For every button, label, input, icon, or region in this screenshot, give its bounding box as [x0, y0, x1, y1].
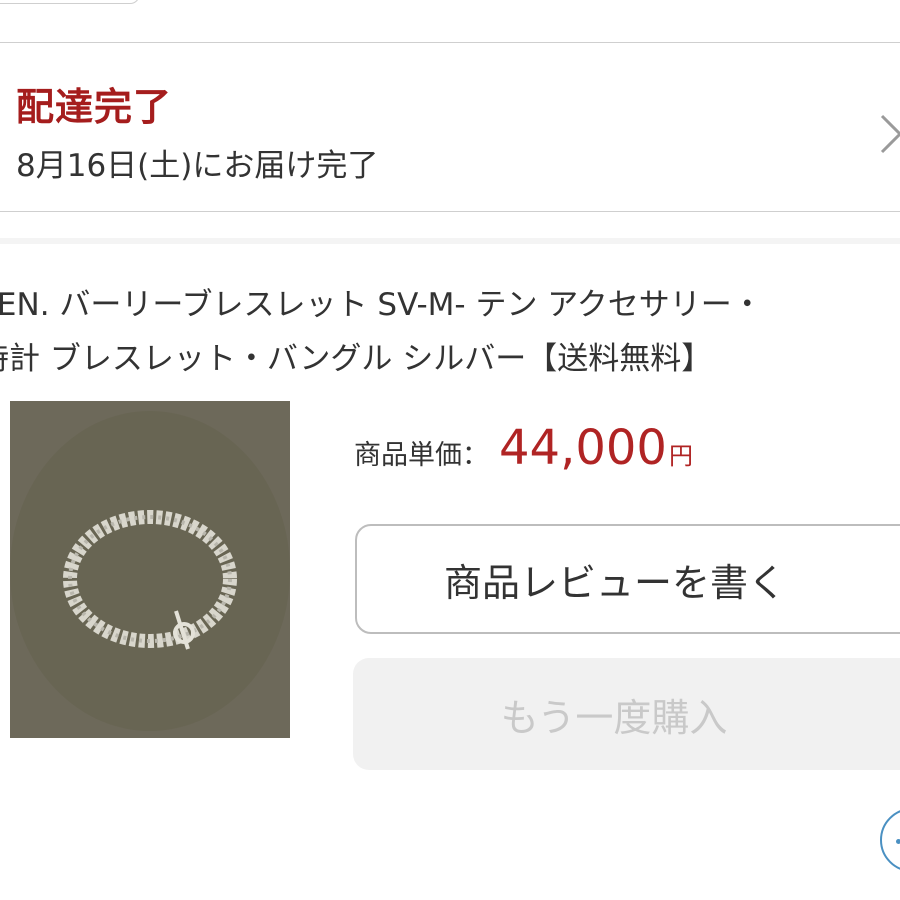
section-divider: [0, 238, 900, 244]
previous-card-edge: [0, 0, 140, 4]
product-title-line-2: 時計 ブレスレット・バングル シルバー【送料無料】: [0, 341, 713, 377]
delivery-date: 8月16日(土)にお届け完了: [16, 148, 379, 184]
unit-price: 商品単価： 44,000 円: [354, 420, 693, 476]
product-title-line-1: TEN. バーリーブレスレット SV-M- テン アクセサリー・: [0, 287, 763, 323]
price-unit: 円: [668, 442, 693, 470]
chevron-right-icon[interactable]: [878, 112, 900, 154]
price-label: 商品単価：: [354, 440, 489, 471]
delivery-status-title: 配達完了: [16, 85, 173, 129]
product-title[interactable]: TEN. バーリーブレスレット SV-M- テン アクセサリー・ 時計 ブレスレ…: [0, 278, 900, 386]
bracelet-photo: [10, 401, 290, 738]
chat-icon[interactable]: [880, 808, 900, 872]
buy-again-button[interactable]: もう一度購入: [353, 658, 900, 770]
price-value: 44,000: [499, 420, 667, 476]
product-image[interactable]: [10, 401, 290, 738]
write-review-button[interactable]: 商品レビューを書く: [355, 524, 900, 634]
